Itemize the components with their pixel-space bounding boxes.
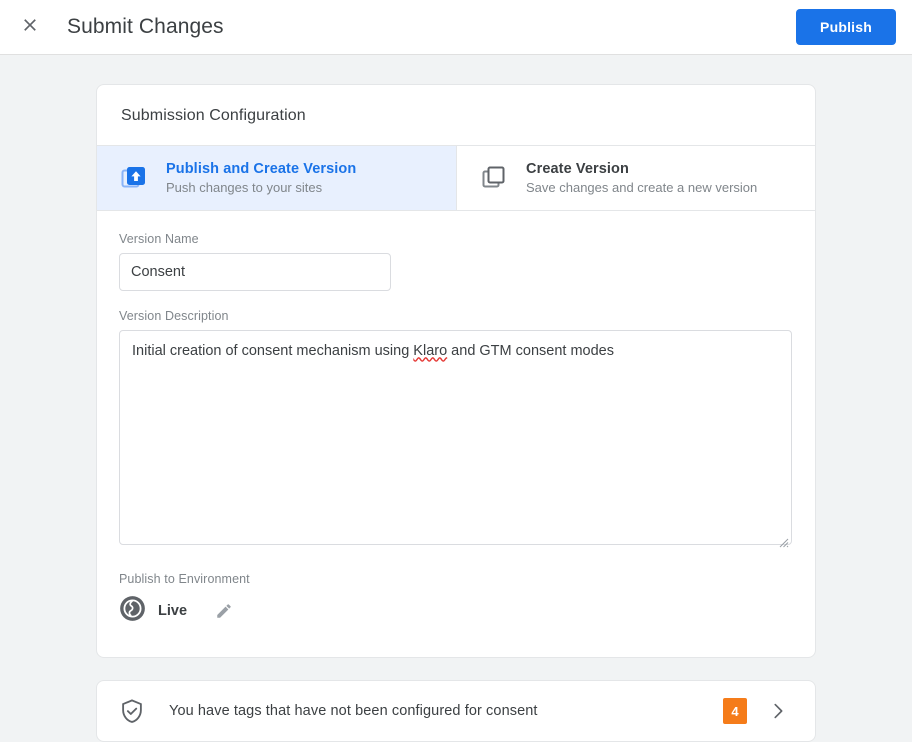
consent-warning-message: You have tags that have not been configu… [169, 703, 538, 720]
publish-environment-block: Publish to Environment Live [119, 572, 791, 627]
environment-row: Live [119, 595, 791, 627]
version-description-textarea[interactable] [119, 330, 792, 546]
publish-version-icon [119, 163, 149, 193]
submission-type-tabs: Publish and Create Version Push changes … [97, 145, 815, 212]
page-title: Submit Changes [67, 15, 224, 38]
card-title: Submission Configuration [121, 107, 306, 124]
copy-version-icon [479, 163, 509, 193]
version-name-input[interactable] [119, 253, 391, 292]
publish-button[interactable]: Publish [796, 9, 896, 45]
version-description-wrap: Initial creation of consent mechanism us… [119, 330, 792, 550]
page-content: Submission Configuration Publish and Cre… [0, 55, 912, 742]
tab-text-group: Create Version Save changes and create a… [526, 160, 757, 196]
tab-subtitle: Push changes to your sites [166, 180, 323, 196]
consent-warning-badge: 4 [723, 698, 747, 725]
top-app-bar: Submit Changes Publish [0, 0, 912, 55]
submission-form: Version Name Version Description Initial… [97, 211, 815, 657]
shield-check-icon [119, 698, 145, 724]
close-icon [20, 15, 40, 40]
environment-name: Live [158, 603, 188, 620]
publish-environment-label: Publish to Environment [119, 572, 250, 587]
chevron-right-icon[interactable] [763, 696, 793, 726]
tab-subtitle: Save changes and create a new version [526, 180, 758, 196]
consent-warning-card[interactable]: You have tags that have not been configu… [96, 680, 816, 742]
tab-publish-and-create-version[interactable]: Publish and Create Version Push changes … [97, 146, 456, 211]
close-button[interactable] [10, 7, 50, 47]
tab-create-version[interactable]: Create Version Save changes and create a… [456, 146, 815, 211]
version-name-label: Version Name [119, 232, 199, 247]
public-globe-icon [119, 595, 146, 627]
version-description-field-block: Version Description Initial creation of … [119, 309, 792, 550]
tab-title: Create Version [526, 161, 629, 177]
tab-title: Publish and Create Version [166, 161, 357, 177]
pencil-edit-icon[interactable] [211, 598, 237, 624]
version-description-label: Version Description [119, 309, 229, 324]
tab-text-group: Publish and Create Version Push changes … [166, 160, 356, 196]
submission-configuration-card: Submission Configuration Publish and Cre… [96, 84, 816, 659]
version-name-field-block: Version Name [119, 232, 791, 292]
